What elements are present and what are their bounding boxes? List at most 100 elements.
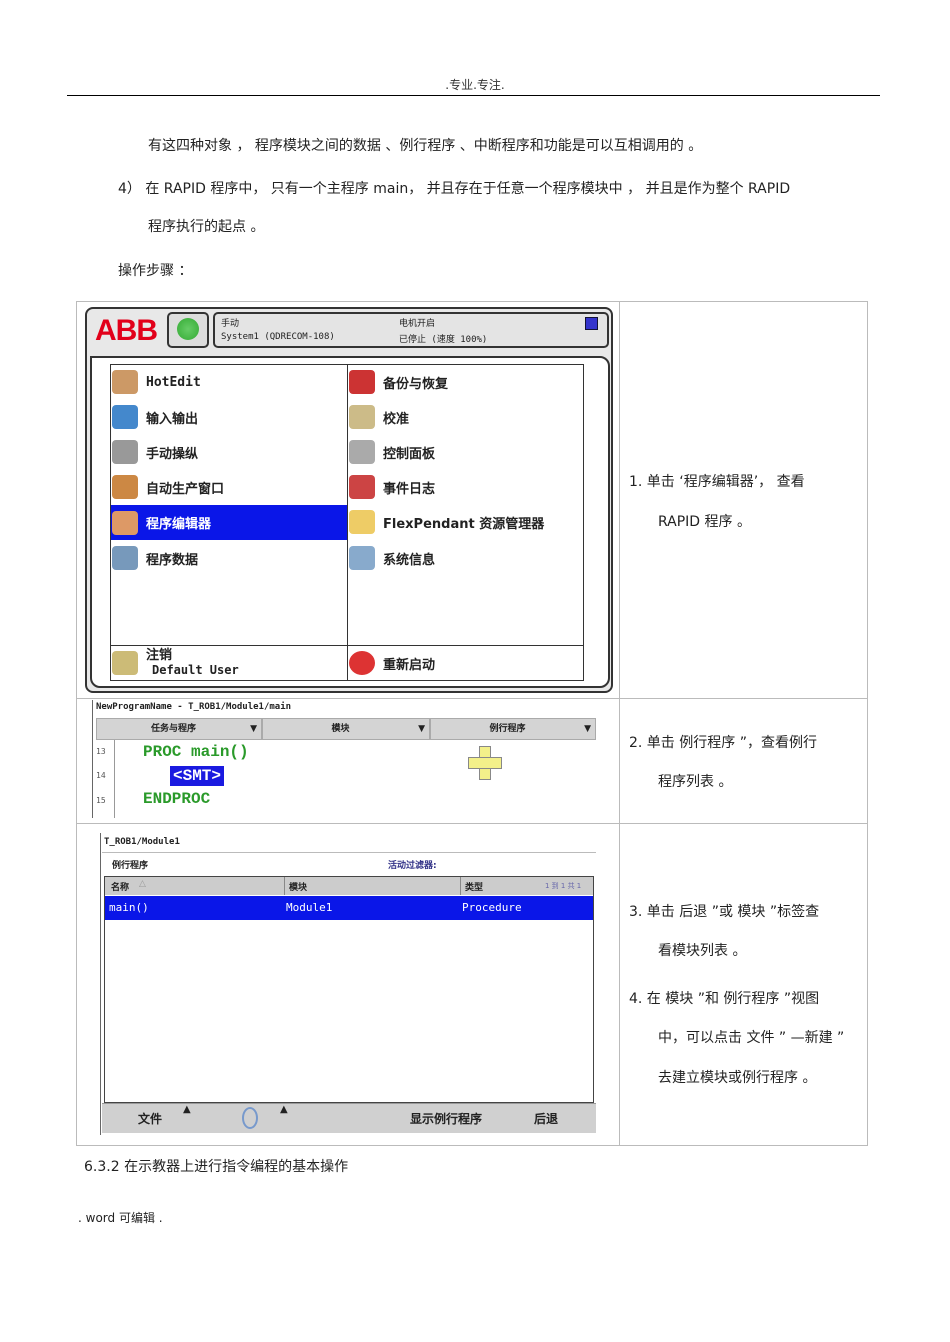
- cell-name: main(): [109, 901, 149, 914]
- paragraph: 程序执行的起点 。: [148, 219, 265, 235]
- abb-logo: ABB: [95, 314, 158, 347]
- logout-label: 注销: [146, 647, 173, 663]
- close-icon[interactable]: [585, 317, 598, 330]
- key-icon: [112, 651, 138, 675]
- folder-icon: [349, 510, 375, 534]
- menu-label: FlexPendant 资源管理器: [383, 516, 545, 532]
- column-name[interactable]: 名称: [111, 880, 129, 893]
- step-4-text: 去建立模块或例行程序 。: [658, 1070, 817, 1086]
- menu-item-production-window[interactable]: 自动生产窗口: [112, 474, 346, 500]
- paging-text: 1 到 1 共 1: [545, 882, 582, 890]
- filter-label: 活动过滤器:: [388, 861, 437, 871]
- system-info-icon: [349, 546, 375, 570]
- tab-label: 模块: [331, 724, 350, 734]
- backup-icon: [349, 370, 375, 394]
- line-number: 14: [96, 771, 106, 780]
- step-3-text: 3. 单击 后退 ”或 模块 ”标签查: [629, 904, 820, 920]
- mode-text: 手动: [221, 319, 240, 329]
- program-data-icon: [112, 546, 138, 570]
- show-routine-button[interactable]: 显示例行程序: [410, 1110, 482, 1127]
- power-icon: [349, 651, 375, 675]
- back-button[interactable]: 后退: [534, 1110, 558, 1127]
- code-line[interactable]: ENDPROC: [143, 790, 210, 808]
- menu-item-jogging[interactable]: 手动操纵: [112, 439, 346, 465]
- divider: [102, 852, 596, 853]
- menu-divider: [347, 364, 348, 681]
- tab-routines[interactable]: 例行程序 ▼: [430, 718, 596, 740]
- menu-item-control-panel[interactable]: 控制面板: [349, 439, 583, 465]
- tab-modules[interactable]: 模块 ▼: [262, 718, 430, 740]
- step-3-text: 看模块列表 。: [658, 943, 747, 959]
- calibration-icon: [349, 405, 375, 429]
- menu-item-hotedit[interactable]: HotEdit: [112, 369, 346, 395]
- menu-label: 自动生产窗口: [146, 481, 225, 497]
- menu-item-program-data[interactable]: 程序数据: [112, 545, 346, 571]
- restart-button[interactable]: 重新启动: [349, 649, 583, 677]
- menu-label: 备份与恢复: [383, 376, 449, 392]
- cell-module: Module1: [286, 901, 333, 914]
- production-icon: [112, 475, 138, 499]
- code-line[interactable]: PROC main(): [143, 743, 249, 761]
- menu-label: 程序数据: [146, 552, 199, 568]
- hotedit-icon: [112, 370, 138, 394]
- menu-item-calibration[interactable]: 校准: [349, 404, 583, 430]
- menu-label: 输入输出: [146, 411, 199, 427]
- robot-icon[interactable]: [242, 1107, 258, 1129]
- program-editor-icon: [112, 510, 138, 535]
- paragraph: 有这四种对象 ， 程序模块之间的数据 、例行程序 、中断程序和功能是可以互相调用…: [148, 138, 703, 154]
- menu-item-program-editor[interactable]: 程序编辑器: [111, 505, 347, 540]
- page-header: .专业.专注.: [445, 78, 505, 92]
- code-line-selected[interactable]: <SMT>: [170, 766, 225, 786]
- gutter-line: [114, 740, 115, 818]
- user-name: Default User: [152, 662, 239, 677]
- routine-window-title: T_ROB1/Module1: [104, 837, 180, 847]
- motor-text: 电机开启: [399, 319, 436, 329]
- sort-asc-icon: △: [139, 879, 146, 889]
- section-heading: 6.3.2 在示教器上进行指令编程的基本操作: [84, 1159, 349, 1175]
- column-module[interactable]: 模块: [289, 880, 307, 893]
- info-user-icon[interactable]: [167, 312, 209, 348]
- event-log-icon: [349, 475, 375, 499]
- step-4-text: 4. 在 模块 ”和 例行程序 ”视图: [629, 991, 820, 1007]
- table-header: 名称 △ 模块 类型 1 到 1 共 1: [105, 877, 593, 895]
- menu-item-flexpendant-explorer[interactable]: FlexPendant 资源管理器: [349, 509, 583, 535]
- wrench-icon: [349, 440, 375, 464]
- tab-tasks-programs[interactable]: 任务与程序 ▼: [96, 718, 262, 740]
- column-type[interactable]: 类型: [465, 880, 483, 893]
- paragraph: 操作步骤 ：: [118, 263, 193, 279]
- section-label: 例行程序: [112, 861, 149, 871]
- status-bar: 手动 System1 (QDRECOM-108) 电机开启 已停止 (速度 10…: [213, 312, 609, 348]
- tab-label: 任务与程序: [151, 724, 197, 734]
- menu-divider: [110, 645, 584, 646]
- menu-item-backup-restore[interactable]: 备份与恢复: [349, 369, 583, 395]
- io-arrows-icon: [112, 405, 138, 429]
- state-text: 已停止 (速度 100%): [399, 335, 488, 345]
- divider: [460, 877, 461, 895]
- logout-button[interactable]: 注销 Default User: [112, 648, 346, 678]
- menu-label: 事件日志: [383, 481, 436, 497]
- column-divider: [619, 301, 620, 1146]
- caret-up-icon: ▲: [183, 1104, 191, 1115]
- menu-label: 校准: [383, 411, 410, 427]
- row-divider: [76, 698, 868, 699]
- step-2-text: 程序列表 。: [658, 774, 733, 790]
- menu-item-io[interactable]: 输入输出: [112, 404, 346, 430]
- tab-label: 例行程序: [489, 724, 526, 734]
- menu-label: 手动操纵: [146, 446, 199, 462]
- step-4-text: 中，可以点击 文件 ” —新建 ”: [658, 1030, 845, 1046]
- page-footer: . word 可编辑 .: [78, 1211, 163, 1225]
- menu-item-event-log[interactable]: 事件日志: [349, 474, 583, 500]
- joystick-icon: [112, 440, 138, 464]
- menu-item-system-info[interactable]: 系统信息: [349, 545, 583, 571]
- divider: [284, 877, 285, 895]
- table-row[interactable]: main() Module1 Procedure: [105, 896, 593, 920]
- step-2-text: 2. 单击 例行程序 ”，查看例行: [629, 735, 817, 751]
- row-divider: [76, 823, 868, 824]
- caret-up-icon: ▲: [280, 1104, 288, 1115]
- file-menu-button[interactable]: 文件: [138, 1110, 162, 1127]
- line-number: 13: [96, 747, 106, 756]
- step-1-text: 1. 单击 ‘程序编辑器’， 查看: [629, 474, 805, 490]
- restart-label: 重新启动: [383, 657, 436, 673]
- step-1-text: RAPID 程序 。: [658, 514, 751, 530]
- line-number: 15: [96, 796, 106, 805]
